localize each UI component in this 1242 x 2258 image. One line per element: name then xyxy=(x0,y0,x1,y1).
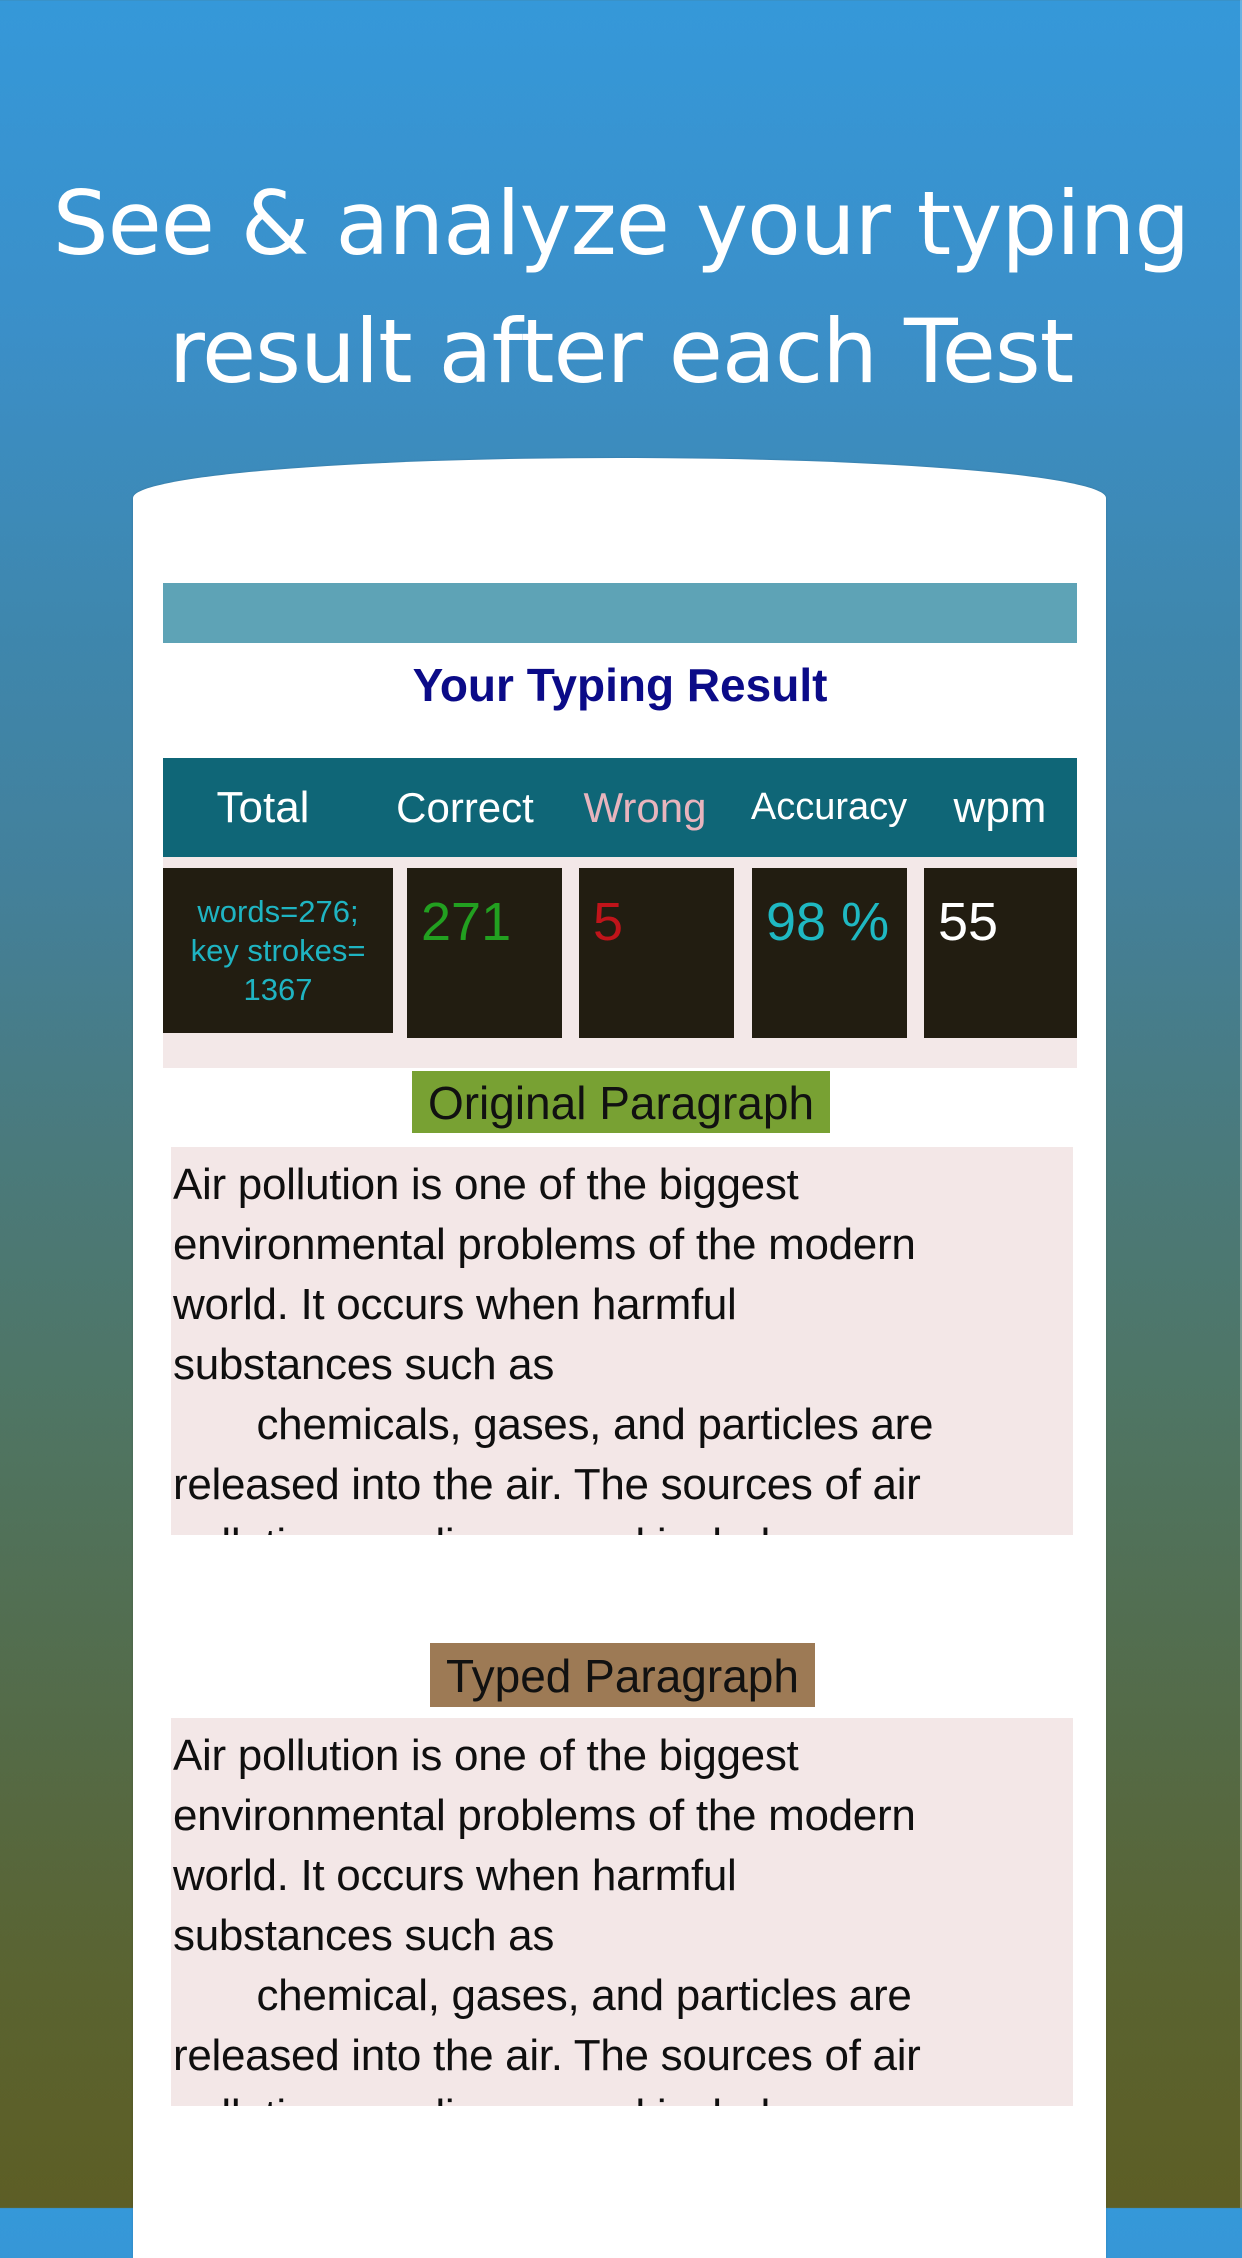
original-paragraph-text: Air pollution is one of the biggest envi… xyxy=(173,1160,934,1535)
total-info: words=276; key strokes= 1367 xyxy=(191,892,366,1009)
accuracy-value: 98 % xyxy=(766,892,890,952)
stat-cell-wpm: 55 xyxy=(924,868,1077,1038)
total-words: words=276; xyxy=(197,894,359,929)
app-toolbar xyxy=(163,583,1077,643)
page-title: Your Typing Result xyxy=(412,659,828,711)
header-wpm: wpm xyxy=(953,783,1047,832)
typed-paragraph-label: Typed Paragraph xyxy=(430,1643,815,1707)
header-accuracy: Accuracy xyxy=(750,786,908,828)
stat-cell-total: words=276; key strokes= 1367 xyxy=(163,868,393,1033)
header-correct: Correct xyxy=(396,784,534,831)
original-paragraph-label: Original Paragraph xyxy=(412,1071,830,1133)
correct-value: 271 xyxy=(421,892,512,952)
stat-cell-accuracy: 98 % xyxy=(752,868,907,1038)
total-keystrokes-value: 1367 xyxy=(243,972,313,1007)
typed-paragraph-box[interactable]: Air pollution is one of the biggest envi… xyxy=(171,1718,1073,2106)
stats-panel: Total Correct Wrong Accuracy wpm words=2… xyxy=(163,758,1077,1068)
app-screen: Your Typing Result Total Correct Wrong A… xyxy=(0,0,1242,2208)
total-keystrokes-label: key strokes= xyxy=(190,933,366,968)
original-paragraph-box[interactable]: Air pollution is one of the biggest envi… xyxy=(171,1147,1073,1535)
stats-header-row: Total Correct Wrong Accuracy wpm xyxy=(163,758,1077,857)
stat-cell-correct: 271 xyxy=(407,868,562,1038)
typed-paragraph-text: Air pollution is one of the biggest envi… xyxy=(173,1731,921,2106)
header-total: Total xyxy=(216,783,310,832)
header-wrong: Wrong xyxy=(583,784,707,831)
wrong-value: 5 xyxy=(593,892,624,952)
stat-cell-wrong: 5 xyxy=(579,868,734,1038)
wpm-value: 55 xyxy=(938,892,999,952)
